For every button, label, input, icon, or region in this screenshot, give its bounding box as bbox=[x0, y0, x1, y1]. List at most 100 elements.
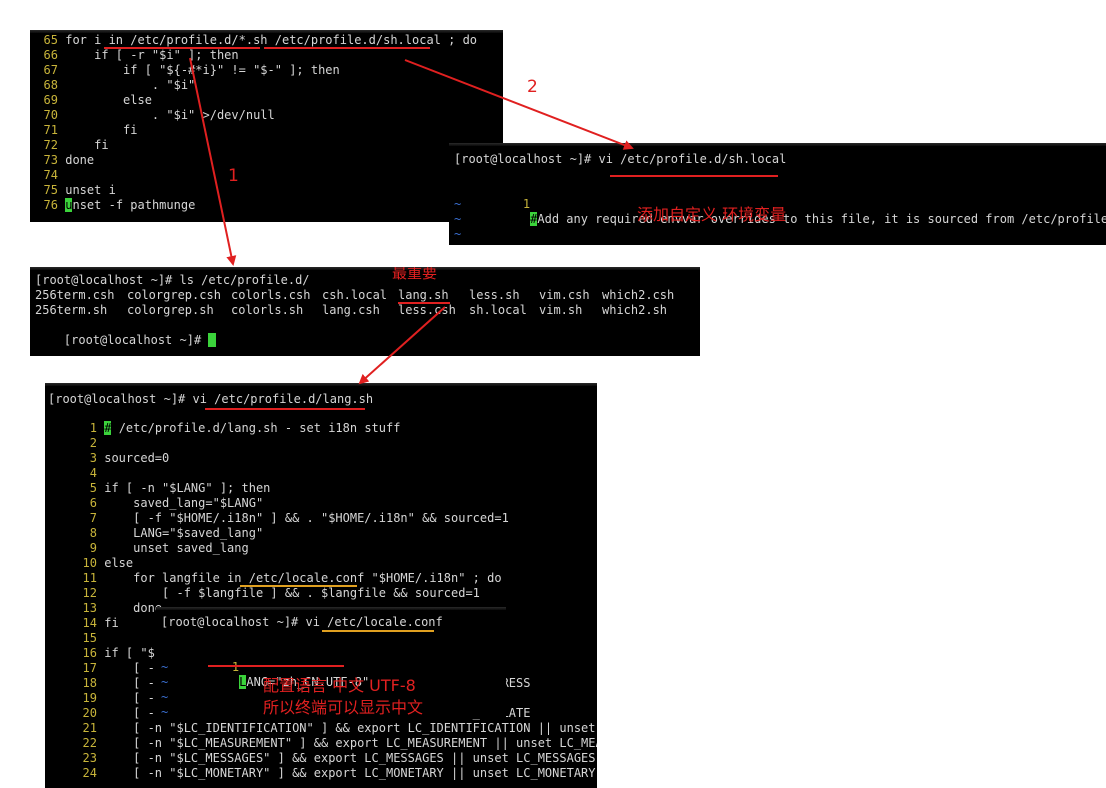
line-text: if [ "${-#*i}" != "$-" ]; then bbox=[58, 63, 340, 77]
ls-prompt-end: [root@localhost ~]# bbox=[35, 318, 216, 347]
line-text: [ -n "$LC_MESSAGES" ] && export LC_MESSA… bbox=[97, 751, 596, 765]
line-number: 8 bbox=[89, 526, 97, 540]
annotation-chinese-display: 所以终端可以显示中文 bbox=[263, 698, 424, 717]
line-number: 68 bbox=[43, 78, 58, 92]
empty-line-tilde: ~ bbox=[161, 705, 169, 719]
file-entry[interactable]: csh.local bbox=[322, 288, 387, 303]
line-text bbox=[58, 168, 65, 182]
terminal-ls-profile-d: [root@localhost ~]# ls /etc/profile.d/ 2… bbox=[30, 267, 700, 356]
line-text: fi bbox=[58, 123, 138, 137]
ls-row-1: 256term.csh colorgrep.csh colorls.csh csh.l… bbox=[35, 288, 695, 303]
file-entry[interactable]: 256term.csh bbox=[35, 288, 114, 303]
terminal-cursor bbox=[208, 333, 216, 347]
line-number: 1 bbox=[89, 421, 97, 435]
code-line: 16 if [ "$ bbox=[73, 646, 155, 661]
line-number: 65 bbox=[43, 33, 58, 47]
line-text: # /etc/profile.d/lang.sh - set i18n stuf… bbox=[104, 421, 401, 435]
code-line: 9 unset saved_lang bbox=[73, 541, 249, 556]
file-entry[interactable]: sh.local bbox=[469, 303, 527, 318]
empty-line-tilde: ~ bbox=[161, 660, 169, 674]
underline-vi-sh-local bbox=[610, 175, 778, 177]
code-line: 3 sourced=0 bbox=[73, 451, 169, 466]
file-entry[interactable]: colorgrep.csh bbox=[127, 288, 221, 303]
code-line: 13 done bbox=[73, 601, 162, 616]
file-entry[interactable]: which2.sh bbox=[602, 303, 667, 318]
underline-lang-value bbox=[208, 665, 344, 667]
terminal-cursor: # bbox=[530, 212, 538, 226]
ls-row-2: 256term.sh colorgrep.sh colorls.sh lang.csh… bbox=[35, 303, 695, 318]
file-entry[interactable]: less.csh bbox=[398, 303, 456, 318]
code-line: 14 fi bbox=[73, 616, 119, 631]
line-number: 19 bbox=[82, 691, 97, 705]
underline-lang-sh bbox=[398, 302, 450, 304]
line-number: 12 bbox=[82, 586, 97, 600]
code-line: 70 . "$i" >/dev/null bbox=[36, 108, 275, 123]
code-line: 12 [ -f $langfile ] && . $langfile && so… bbox=[73, 586, 480, 601]
line-number: 15 bbox=[82, 631, 97, 645]
code-line: 23 [ -n "$LC_MESSAGES" ] && export LC_ME… bbox=[73, 751, 596, 766]
underline-vi-lang-sh bbox=[205, 408, 365, 410]
annotation-language-config: 配置语言 中文 UTF-8 bbox=[263, 676, 416, 695]
line-text: [ -n "$LC_MONETARY" ] && export LC_MONET… bbox=[97, 766, 596, 780]
file-entry[interactable]: colorgrep.sh bbox=[127, 303, 214, 318]
file-entry[interactable]: lang.csh bbox=[322, 303, 380, 318]
underline-locale-conf bbox=[240, 585, 357, 587]
line-number: 22 bbox=[82, 736, 97, 750]
empty-line-tilde: ~ bbox=[161, 690, 169, 704]
sh-local-prompt: [root@localhost ~]# vi /etc/profile.d/sh… bbox=[454, 152, 787, 166]
line-number: 4 bbox=[89, 466, 97, 480]
code-line: 21 [ -n "$LC_IDENTIFICATION" ] && export… bbox=[73, 721, 597, 736]
file-entry[interactable]: which2.csh bbox=[602, 288, 674, 303]
terminal-cursor: # bbox=[104, 421, 112, 435]
underline-profile-d-sh bbox=[104, 47, 260, 49]
file-entry[interactable]: lang.sh bbox=[398, 288, 449, 303]
file-entry[interactable]: colorls.sh bbox=[231, 303, 303, 318]
line-text bbox=[97, 631, 104, 645]
code-line: 11 for langfile in /etc/locale.conf "$HO… bbox=[73, 571, 502, 586]
prompt-text: [root@localhost ~]# bbox=[63, 333, 209, 347]
code-line: 68 . "$i" bbox=[36, 78, 196, 93]
terminal-cursor: u bbox=[65, 198, 73, 212]
ls-prompt: [root@localhost ~]# ls /etc/profile.d/ bbox=[35, 273, 310, 287]
annotation-custom-env: 添加自定义 环境变量 bbox=[637, 205, 787, 224]
line-number: 74 bbox=[43, 168, 58, 182]
line-number: 69 bbox=[43, 93, 58, 107]
annotation-most-important: 最重要 bbox=[392, 267, 438, 282]
line-number: 1 bbox=[522, 197, 531, 211]
file-entry[interactable]: colorls.csh bbox=[231, 288, 310, 303]
line-text: fi bbox=[58, 138, 109, 152]
line-number: 71 bbox=[43, 123, 58, 137]
line-number: 20 bbox=[82, 706, 97, 720]
line-text: for langfile in /etc/locale.conf "$HOME/… bbox=[97, 571, 502, 585]
code-line: 65 for i in /etc/profile.d/*.sh /etc/pro… bbox=[36, 33, 477, 48]
line-text: if [ "$ bbox=[97, 646, 155, 660]
code-line: 67 if [ "${-#*i}" != "$-" ]; then bbox=[36, 63, 340, 78]
code-line: 5 if [ -n "$LANG" ]; then bbox=[73, 481, 271, 496]
code-line: 22 [ -n "$LC_MEASUREMENT" ] && export LC… bbox=[73, 736, 597, 751]
file-entry[interactable]: 256term.sh bbox=[35, 303, 107, 318]
empty-line-tilde: ~ bbox=[454, 227, 462, 241]
code-line: 69 else bbox=[36, 93, 152, 108]
line-text: fi bbox=[97, 616, 119, 630]
line-text: for i in /etc/profile.d/*.sh /etc/profil… bbox=[58, 33, 478, 47]
line-number: 23 bbox=[82, 751, 97, 765]
sh-local-line: 1 #Add any required envvar overrides to … bbox=[494, 182, 1106, 226]
line-text: done bbox=[58, 153, 95, 167]
line-text: else bbox=[58, 93, 152, 107]
code-line: 1 # /etc/profile.d/lang.sh - set i18n st… bbox=[73, 421, 400, 436]
file-entry[interactable]: vim.csh bbox=[539, 288, 590, 303]
line-number: 73 bbox=[43, 153, 58, 167]
code-line: 71 fi bbox=[36, 123, 138, 138]
line-number: 6 bbox=[89, 496, 97, 510]
line-number: 7 bbox=[89, 511, 97, 525]
code-line: 24 [ -n "$LC_MONETARY" ] && export LC_MO… bbox=[73, 766, 596, 781]
line-text: if [ -r "$i" ]; then bbox=[58, 48, 239, 62]
line-text: else bbox=[97, 556, 134, 570]
arrow-label-2: 2 bbox=[527, 77, 538, 97]
file-entry[interactable]: less.sh bbox=[469, 288, 520, 303]
line-number: 9 bbox=[89, 541, 97, 555]
line-text: if [ -n "$LANG" ]; then bbox=[97, 481, 271, 495]
code-line: 74 bbox=[36, 168, 65, 183]
line-text: . "$i" bbox=[58, 78, 196, 92]
file-entry[interactable]: vim.sh bbox=[539, 303, 582, 318]
